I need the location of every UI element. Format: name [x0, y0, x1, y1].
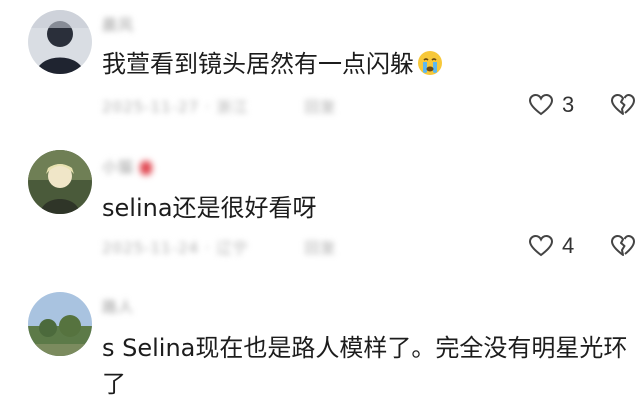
comment-text-line: 了 [102, 370, 126, 398]
user-badge-icon [140, 160, 153, 175]
broken-heart-icon [611, 234, 636, 256]
avatar-image [28, 292, 92, 356]
like-button[interactable]: 4 [528, 231, 574, 261]
comment-date: 2025-11-27 · 浙江 [102, 98, 249, 116]
like-count: 4 [562, 233, 575, 258]
avatar[interactable] [28, 150, 92, 214]
comment-text: s Selina现在也是路人模样了。完全没有明星光环 了 [102, 330, 627, 402]
avatar[interactable] [28, 292, 92, 356]
avatar-image [28, 150, 92, 214]
username[interactable]: 晨风 [102, 14, 134, 35]
reply-button[interactable]: 回复 [304, 239, 336, 257]
like-count: 3 [562, 92, 575, 117]
comment-text-content: 我萱看到镜头居然有一点闪躲 [102, 50, 414, 78]
dislike-button[interactable] [610, 90, 636, 120]
comment-text: 我萱看到镜头居然有一点闪躲 [102, 46, 444, 82]
heart-icon [528, 234, 554, 257]
comment-text-line: s Selina现在也是路人模样了。完全没有明星光环 [102, 334, 628, 362]
dislike-button[interactable] [610, 231, 636, 261]
username[interactable]: 路人 [102, 296, 134, 317]
avatar-image [28, 10, 92, 74]
avatar[interactable] [28, 10, 92, 74]
comment-date: 2025-11-24 · 辽宁 [102, 239, 249, 257]
username[interactable]: 小猫 [102, 156, 153, 177]
comment-meta: 2025-11-27 · 浙江 回复 [102, 96, 337, 117]
crying-face-emoji-icon [418, 51, 442, 75]
comment-text: selina还是很好看呀 [102, 194, 317, 222]
like-button[interactable]: 3 [528, 90, 574, 120]
comment-meta: 2025-11-24 · 辽宁 回复 [102, 237, 337, 258]
broken-heart-icon [611, 93, 636, 115]
heart-icon [528, 93, 554, 116]
reply-button[interactable]: 回复 [304, 98, 336, 116]
username-text: 小猫 [102, 158, 135, 176]
